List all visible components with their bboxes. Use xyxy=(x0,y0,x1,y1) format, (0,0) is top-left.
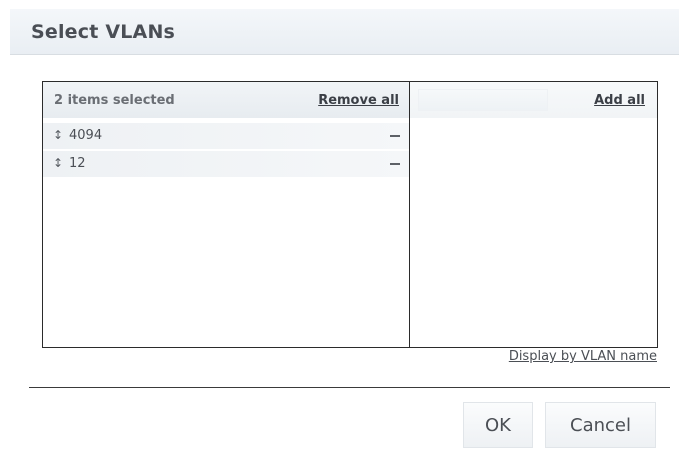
ok-button[interactable]: OK xyxy=(463,402,533,448)
selected-item-label: 12 xyxy=(69,156,86,171)
search-input[interactable] xyxy=(418,89,548,111)
selected-pane-header: 2 items selected Remove all xyxy=(43,82,409,118)
available-pane-header: Add all xyxy=(410,82,657,118)
remove-item-icon[interactable] xyxy=(390,163,400,165)
selected-items-pane: 2 items selected Remove all ↕ 4094 ↕ 12 xyxy=(43,82,410,347)
selected-item-row[interactable]: ↕ 12 xyxy=(43,151,409,177)
vlan-multiselect: 2 items selected Remove all ↕ 4094 ↕ 12 … xyxy=(42,81,658,348)
selected-item-label: 4094 xyxy=(69,128,103,143)
cancel-button[interactable]: Cancel xyxy=(545,402,656,448)
drag-handle-icon[interactable]: ↕ xyxy=(53,156,63,170)
drag-handle-icon[interactable]: ↕ xyxy=(53,128,63,142)
footer-divider xyxy=(29,387,670,388)
selected-item-row[interactable]: ↕ 4094 xyxy=(43,123,409,149)
display-by-vlan-name-link[interactable]: Display by VLAN name xyxy=(509,349,657,364)
remove-item-icon[interactable] xyxy=(390,135,400,137)
selected-count-label: 2 items selected xyxy=(54,93,175,108)
select-vlans-dialog: Select VLANs 2 items selected Remove all… xyxy=(0,0,679,449)
available-items-pane: Add all xyxy=(410,82,657,347)
dialog-title: Select VLANs xyxy=(31,21,176,43)
add-all-link[interactable]: Add all xyxy=(594,93,645,108)
remove-all-link[interactable]: Remove all xyxy=(318,93,399,108)
dialog-titlebar: Select VLANs xyxy=(10,9,679,55)
